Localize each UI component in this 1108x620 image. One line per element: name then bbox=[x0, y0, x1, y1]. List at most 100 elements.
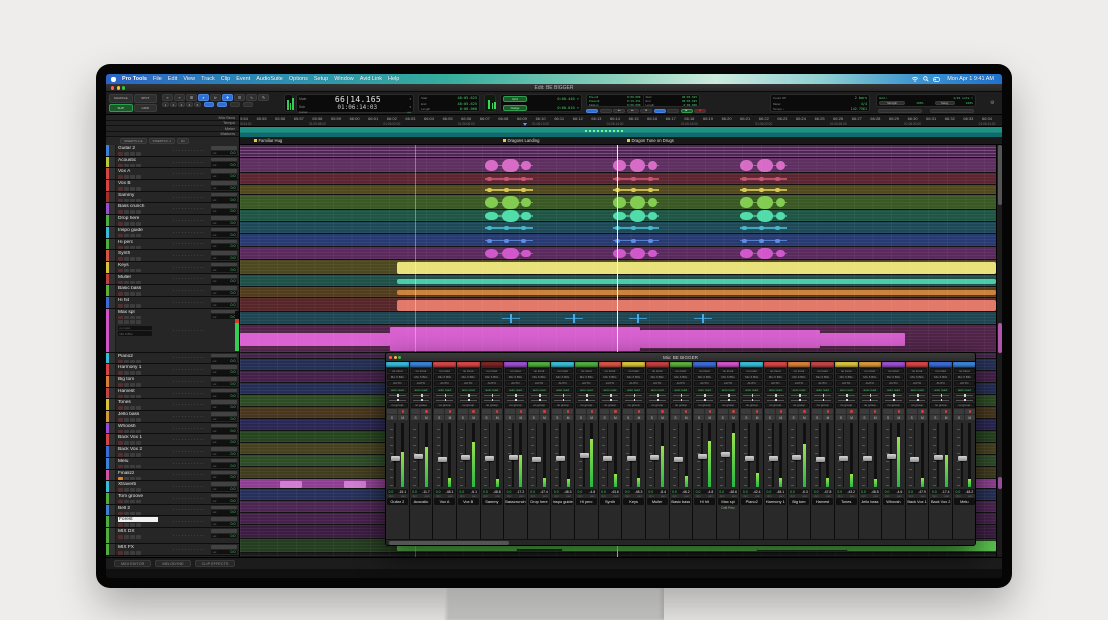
pan-slider[interactable] bbox=[211, 517, 237, 521]
strip-pan-slider[interactable] bbox=[482, 394, 503, 398]
strip-record-button[interactable] bbox=[847, 409, 857, 414]
clip-waveform-blob[interactable] bbox=[740, 197, 753, 208]
track-row-melu[interactable]: Melu···········vol0.0 bbox=[106, 458, 239, 470]
strip-pan-slider[interactable] bbox=[434, 398, 455, 402]
strip-blank-button[interactable] bbox=[741, 409, 751, 414]
insert-slots[interactable]: ··········· bbox=[173, 423, 209, 434]
strip-input[interactable]: no input bbox=[552, 368, 573, 373]
transport-forward[interactable]: ▸▸ bbox=[627, 109, 639, 114]
strip-group[interactable]: no group bbox=[930, 403, 951, 408]
volume-display[interactable]: vol0.0 bbox=[211, 550, 237, 555]
pan-slider[interactable] bbox=[211, 447, 237, 451]
fader-cap[interactable] bbox=[887, 454, 896, 459]
zoom-out-tool[interactable]: « bbox=[162, 94, 173, 101]
strip-pan-slider[interactable] bbox=[647, 394, 668, 398]
strip-blank-button[interactable] bbox=[434, 409, 444, 414]
strip-group[interactable]: no group bbox=[883, 403, 904, 408]
mixer-strip-jello-bass[interactable]: no inputMix 6 BIGAUTOauto readno groupSM… bbox=[859, 362, 883, 546]
clip-waveform-blob[interactable] bbox=[757, 196, 773, 210]
mute-button[interactable] bbox=[136, 418, 141, 422]
pan-slider[interactable] bbox=[211, 146, 237, 150]
strip-solo-button[interactable]: S bbox=[741, 415, 751, 420]
strip-pan-slider[interactable] bbox=[718, 398, 739, 402]
pan-slider[interactable] bbox=[211, 424, 237, 428]
strip-mute-button[interactable]: M bbox=[398, 415, 408, 420]
mixer-strip-basscrunch[interactable]: no inputMix 6 BIGAUTOauto readno groupSM… bbox=[504, 362, 528, 546]
grid-row[interactable]: Grid0:00.440 ▾ bbox=[501, 95, 581, 104]
pan-slider[interactable] bbox=[211, 286, 237, 290]
strip-name[interactable]: Basscrunch bbox=[505, 498, 526, 505]
strip-mute-button[interactable]: M bbox=[445, 415, 455, 420]
track-scrollbar[interactable] bbox=[996, 145, 1002, 557]
mute-button[interactable] bbox=[136, 430, 141, 434]
strip-output[interactable]: Mix 6 BIG bbox=[883, 374, 904, 379]
strip-record-button[interactable] bbox=[823, 409, 833, 414]
menu-clip[interactable]: Clip bbox=[221, 76, 230, 82]
strip-pan-slider[interactable] bbox=[458, 394, 479, 398]
mute-button[interactable] bbox=[136, 175, 141, 179]
record-enable-button[interactable] bbox=[118, 164, 123, 168]
strip-name[interactable]: Drop here bbox=[529, 498, 550, 505]
strip-name[interactable]: Muller bbox=[647, 498, 668, 505]
menu-window[interactable]: Window bbox=[334, 76, 354, 82]
clip-waveform-blob[interactable] bbox=[630, 159, 646, 173]
strip-pan-slider[interactable] bbox=[907, 394, 928, 398]
record-enable-button[interactable] bbox=[118, 430, 123, 434]
strip-pan-slider[interactable] bbox=[883, 398, 904, 402]
mode-spot[interactable]: SPOT bbox=[134, 94, 158, 103]
strip-blank-button[interactable] bbox=[718, 409, 728, 414]
strip-solo-button[interactable]: S bbox=[907, 415, 917, 420]
track-name[interactable]: Hi perc bbox=[118, 240, 173, 245]
strip-pan-slider[interactable] bbox=[836, 398, 857, 402]
volume-display[interactable]: vol0.0 bbox=[211, 291, 237, 296]
clip-waveform-blob[interactable] bbox=[740, 160, 753, 171]
strip-solo-button[interactable]: S bbox=[505, 415, 515, 420]
strip-name[interactable]: Keys bbox=[623, 498, 644, 505]
strip-group[interactable]: no group bbox=[529, 403, 550, 408]
insert-slots[interactable]: ··········· bbox=[173, 446, 209, 457]
solo-button[interactable] bbox=[130, 551, 135, 555]
solo-button[interactable] bbox=[130, 222, 135, 226]
strip-blank-button[interactable] bbox=[765, 409, 775, 414]
track-row-acoustic[interactable]: Acoustic···········vol0.0 bbox=[106, 157, 239, 169]
fader-cap[interactable] bbox=[792, 455, 801, 460]
lane[interactable] bbox=[240, 185, 996, 195]
mute-button[interactable] bbox=[136, 441, 141, 445]
mode-slip[interactable]: SLIP bbox=[109, 104, 133, 113]
record-enable-button[interactable] bbox=[118, 316, 123, 320]
strip-pan-slider[interactable] bbox=[434, 394, 455, 398]
volume-display[interactable]: vol0.0 bbox=[211, 314, 237, 319]
sub-counter[interactable]: Sub01:06:14:03▾ bbox=[297, 104, 413, 111]
strip-auto[interactable]: AUTO bbox=[741, 381, 762, 386]
track-name[interactable]: MIX DX bbox=[118, 529, 173, 534]
track-extra-button[interactable] bbox=[118, 320, 123, 324]
clip-waveform-blob[interactable] bbox=[648, 161, 657, 170]
strip-auto-mode[interactable]: auto read bbox=[954, 387, 975, 392]
event-button[interactable] bbox=[930, 109, 974, 114]
strip-record-button[interactable] bbox=[540, 409, 550, 414]
strip-mute-button[interactable]: M bbox=[847, 415, 857, 420]
mixer-strip-synth[interactable]: no inputMix 6 BIGAUTOauto readno groupSM… bbox=[599, 362, 623, 546]
insert-slots[interactable]: ··········· bbox=[173, 203, 209, 214]
lane[interactable] bbox=[240, 247, 996, 260]
strip-auto[interactable]: AUTO bbox=[694, 381, 715, 386]
strip-name[interactable]: Harvest bbox=[812, 498, 833, 505]
mute-button[interactable] bbox=[136, 371, 141, 375]
mixer-strip-hi-hit[interactable]: no inputMix 6 BIGAUTOauto readno groupSM… bbox=[693, 362, 717, 546]
strip-input[interactable]: no input bbox=[600, 368, 621, 373]
strip-auto-mode[interactable]: auto read bbox=[623, 387, 644, 392]
strip-input[interactable]: no input bbox=[954, 368, 975, 373]
mixer-strip-back-vox-2[interactable]: no inputMix 6 BIGAUTOauto readno groupSM… bbox=[929, 362, 953, 546]
strip-record-button[interactable] bbox=[563, 409, 573, 414]
strip-record-button[interactable] bbox=[658, 409, 668, 414]
nudge-row[interactable]: Nudge0:00.010 ▾ bbox=[501, 104, 581, 113]
fader-cap[interactable] bbox=[556, 456, 565, 461]
record-enable-button[interactable] bbox=[118, 222, 123, 226]
track-name[interactable]: Forest bbox=[118, 517, 158, 522]
input-monitor-button[interactable] bbox=[124, 210, 129, 214]
volume-display[interactable]: vol0.0 bbox=[211, 221, 237, 226]
record-enable-button[interactable] bbox=[118, 371, 123, 375]
strip-name[interactable]: Melu bbox=[954, 498, 975, 505]
strip-name[interactable]: Max spl bbox=[718, 498, 739, 505]
volume-display[interactable]: vol0.0 bbox=[211, 197, 237, 202]
